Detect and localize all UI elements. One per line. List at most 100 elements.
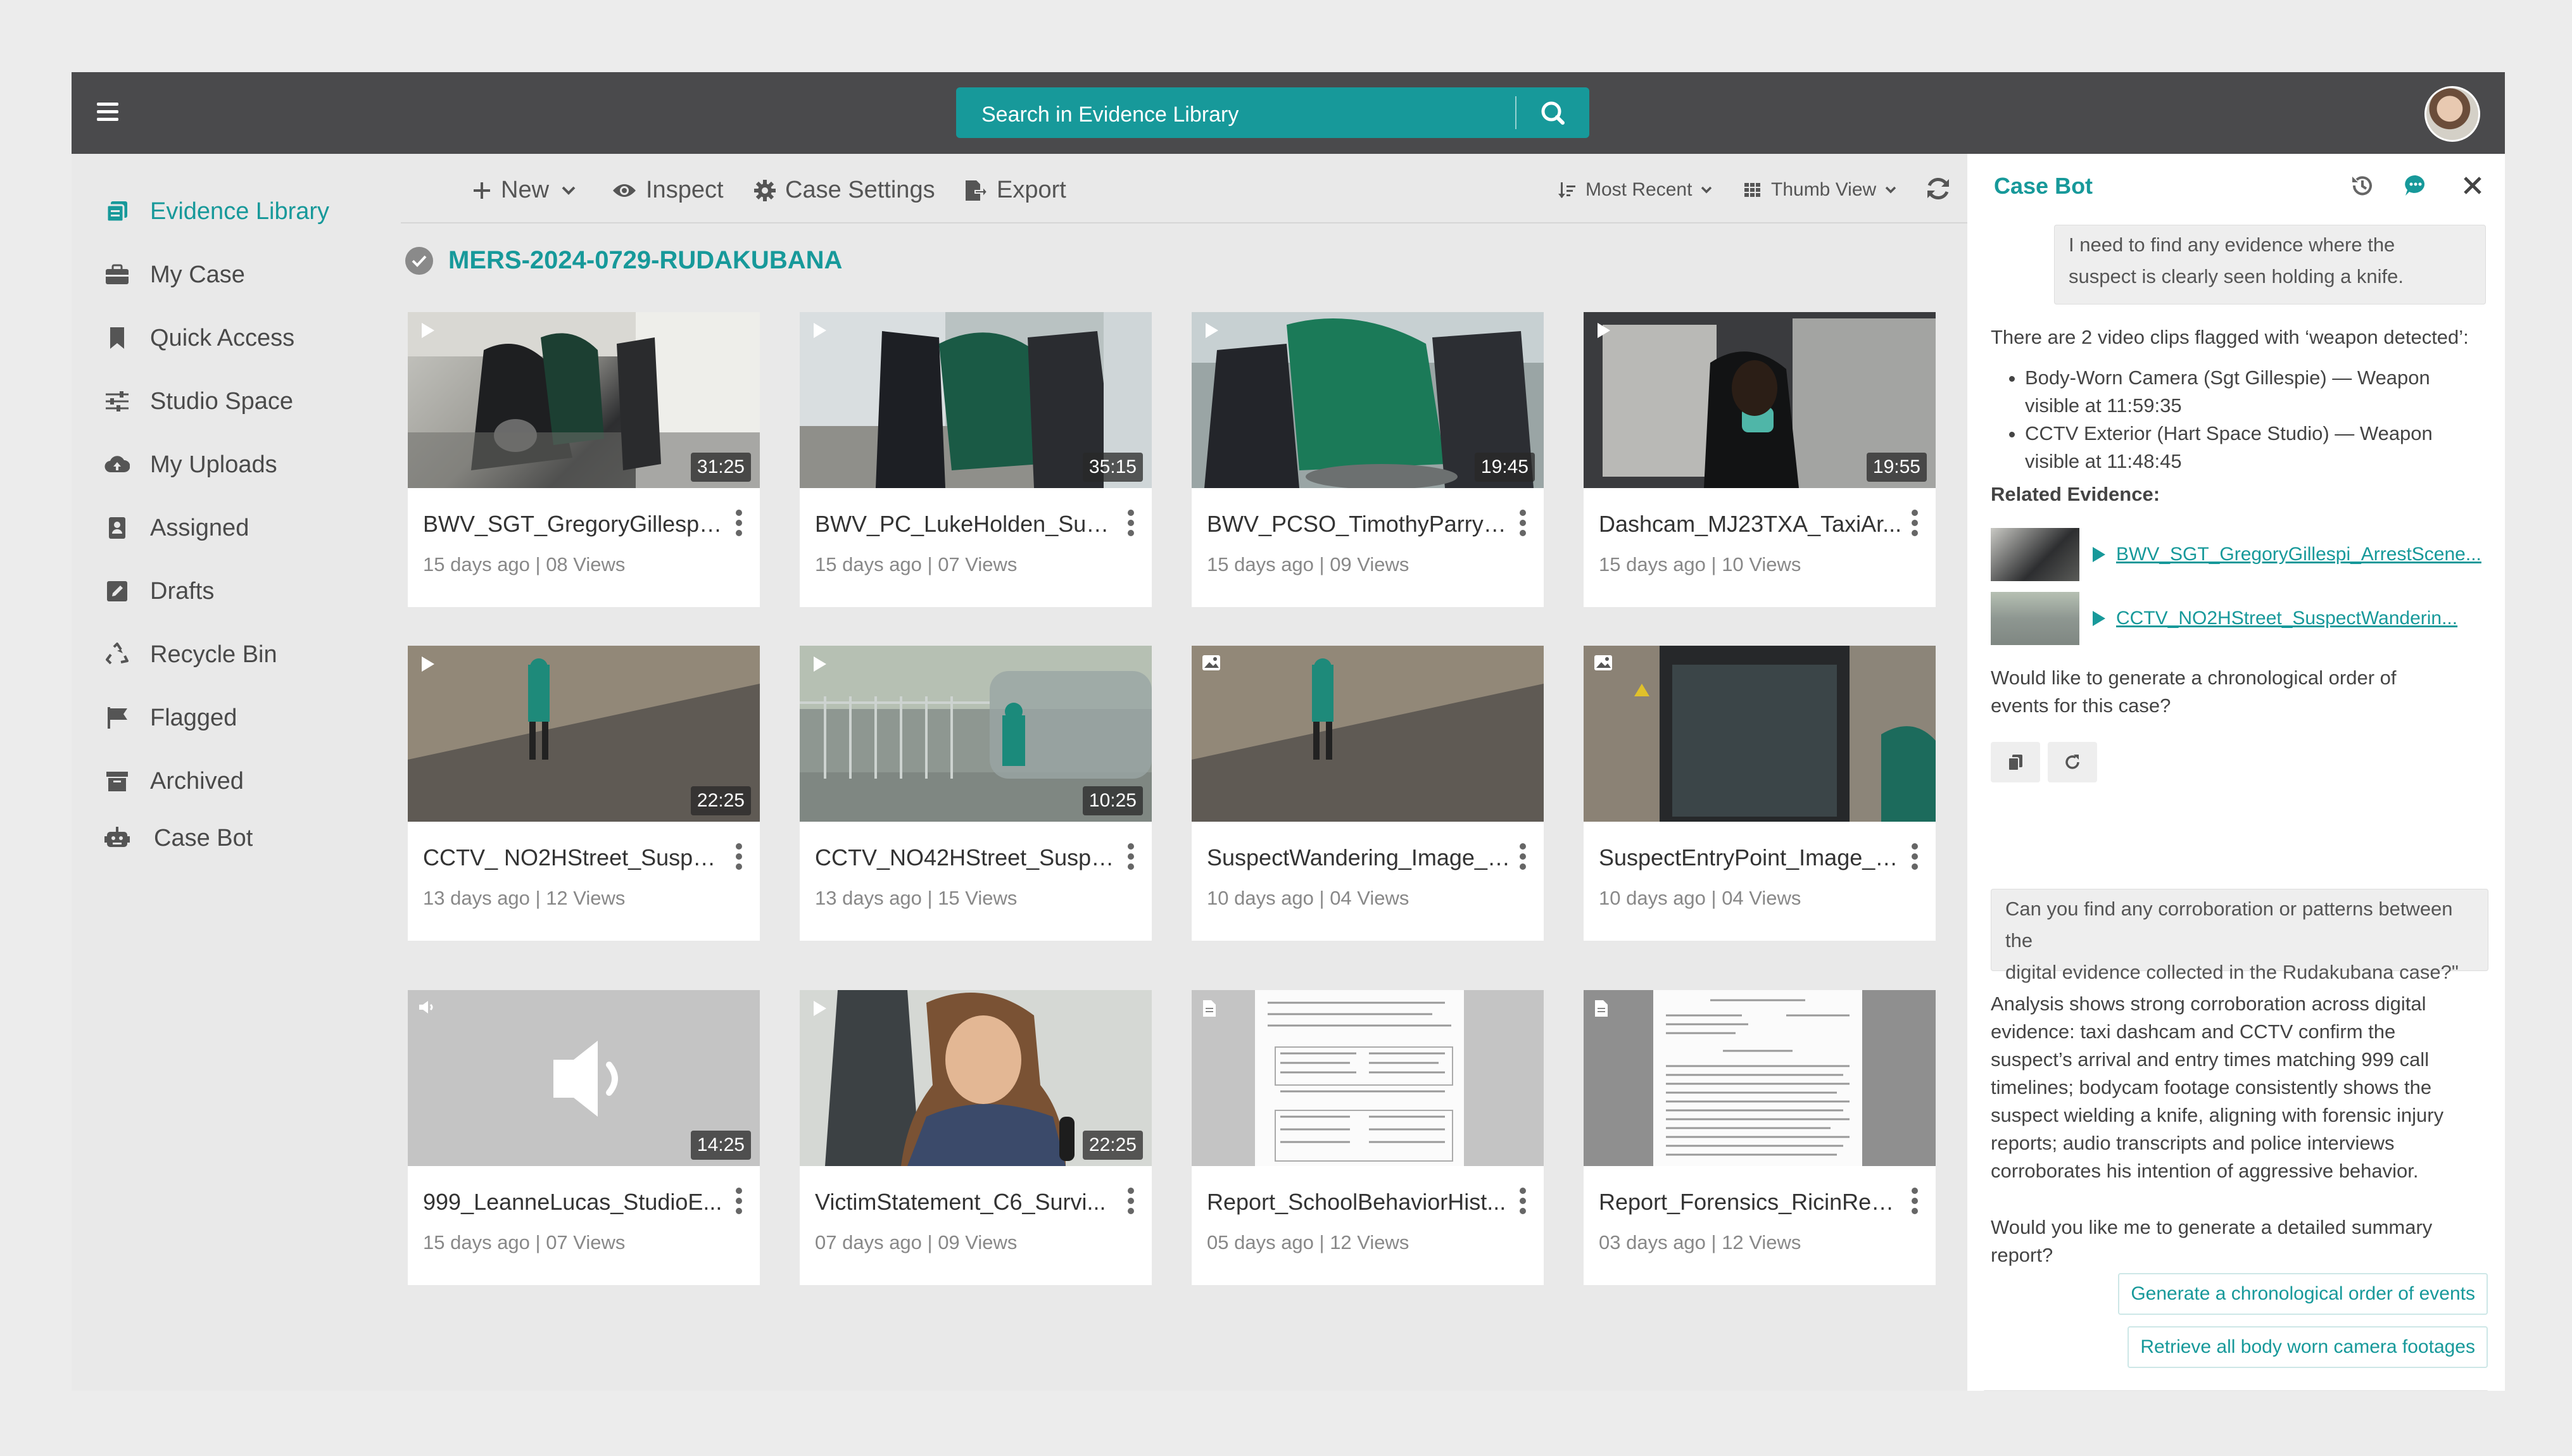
more-options-icon[interactable]	[1520, 1188, 1527, 1215]
more-options-icon[interactable]	[736, 1188, 743, 1215]
refresh-button[interactable]	[1924, 174, 1953, 203]
evidence-thumbnail[interactable]	[1584, 646, 1936, 822]
avatar[interactable]	[2424, 86, 2480, 142]
more-options-icon[interactable]	[1912, 1188, 1919, 1215]
duration-badge: 31:25	[690, 453, 751, 482]
related-evidence-item[interactable]: CCTV_NO2HStreet_SuspectWanderin...	[1991, 592, 2457, 645]
evidence-thumbnail[interactable]: 10:25	[800, 646, 1152, 822]
copy-button[interactable]	[1991, 742, 2040, 782]
archive-icon	[103, 767, 131, 795]
evidence-card[interactable]: 22:25 VictimStatement_C6_Survi... 07 day…	[800, 990, 1152, 1285]
plus-icon	[472, 180, 492, 201]
evidence-card[interactable]: 10:25 CCTV_NO42HStreet_Suspect 13 days a…	[800, 646, 1152, 941]
evidence-thumbnail[interactable]	[1192, 646, 1544, 822]
card-title: BWV_PC_LukeHolden_Supp...	[815, 511, 1119, 537]
refresh-icon	[1927, 177, 1949, 200]
chat-input[interactable]	[1983, 1390, 2489, 1391]
more-options-icon[interactable]	[736, 843, 743, 871]
new-chat-button[interactable]	[2403, 173, 2428, 201]
export-button[interactable]: Export	[964, 177, 1066, 204]
close-button[interactable]	[2460, 173, 2485, 201]
evidence-card[interactable]: SuspectEntryPoint_Image_1... 10 days ago…	[1584, 646, 1936, 941]
evidence-thumbnail[interactable]: 19:45	[1192, 312, 1544, 488]
related-link[interactable]: CCTV_NO2HStreet_SuspectWanderin...	[2116, 608, 2457, 629]
sidebar-item-case-bot[interactable]: Case Bot	[103, 816, 253, 860]
evidence-card[interactable]: 19:55 Dashcam_MJ23TXA_TaxiAr... 15 days …	[1584, 312, 1936, 607]
duration-badge: 19:45	[1474, 453, 1535, 482]
sidebar-item-assigned[interactable]: Assigned	[103, 506, 249, 550]
related-evidence-item[interactable]: BWV_SGT_GregoryGillespi_ArrestScene...	[1991, 528, 2481, 581]
regenerate-button[interactable]	[2048, 742, 2097, 782]
search-input[interactable]: Search in Evidence Library	[981, 103, 1239, 127]
search-button[interactable]	[1518, 87, 1589, 138]
more-options-icon[interactable]	[1912, 510, 1919, 537]
related-thumbnail[interactable]	[1991, 528, 2079, 581]
message-actions	[1991, 742, 2105, 782]
document-icon	[1594, 999, 1609, 1021]
play-icon	[810, 321, 829, 343]
more-options-icon[interactable]	[1128, 1188, 1135, 1215]
view-label: Thumb View	[1771, 179, 1877, 200]
history-button[interactable]	[2349, 173, 2374, 201]
sidebar-item-label: Drafts	[150, 577, 215, 605]
sidebar-item-studio-space[interactable]: Studio Space	[103, 379, 293, 424]
card-title: CCTV_ NO2HStreet_Suspec...	[423, 844, 727, 870]
card-title: SuspectEntryPoint_Image_1...	[1599, 844, 1903, 870]
evidence-card[interactable]: 14:25 999_LeanneLucas_StudioE... 15 days…	[408, 990, 760, 1285]
sidebar-item-label: Archived	[150, 767, 244, 794]
case-settings-button[interactable]: Case Settings	[753, 177, 935, 204]
evidence-thumbnail[interactable]: 22:25	[800, 990, 1152, 1166]
search-bar[interactable]: Search in Evidence Library	[956, 87, 1589, 138]
duration-badge: 22:25	[690, 786, 751, 815]
check-circle-icon	[405, 246, 433, 275]
history-icon	[2352, 176, 2372, 196]
sidebar-item-label: My Case	[150, 261, 245, 288]
sidebar-item-evidence-library[interactable]: Evidence Library	[103, 189, 329, 234]
evidence-card[interactable]: 22:25 CCTV_ NO2HStreet_Suspec... 13 days…	[408, 646, 760, 941]
evidence-thumbnail[interactable]: 35:15	[800, 312, 1152, 488]
more-options-icon[interactable]	[1912, 843, 1919, 871]
more-options-icon[interactable]	[1128, 510, 1135, 537]
evidence-card[interactable]: 19:45 BWV_PCSO_TimothyParry_... 15 days …	[1192, 312, 1544, 607]
inspect-button[interactable]: Inspect	[612, 177, 724, 204]
related-link[interactable]: BWV_SGT_GregoryGillespi_ArrestScene...	[2116, 544, 2481, 565]
evidence-card[interactable]: SuspectWandering_Image_11 10 days ago | …	[1192, 646, 1544, 941]
sidebar-item-flagged[interactable]: Flagged	[103, 696, 237, 740]
sidebar-item-my-uploads[interactable]: My Uploads	[103, 442, 277, 487]
sidebar-item-drafts[interactable]: Drafts	[103, 569, 214, 613]
evidence-card[interactable]: 35:15 BWV_PC_LukeHolden_Supp... 15 days …	[800, 312, 1152, 607]
view-dropdown[interactable]: Thumb View	[1743, 179, 1905, 201]
inspect-label: Inspect	[646, 177, 724, 203]
chevron-down-icon	[1885, 185, 1896, 194]
evidence-card[interactable]: Report_Forensics_RicinResi... 03 days ag…	[1584, 990, 1936, 1285]
evidence-thumbnail[interactable]	[1584, 990, 1936, 1166]
message-line: I need to find any evidence where the	[2069, 234, 2395, 256]
evidence-card[interactable]: 31:25 BWV_SGT_GregoryGillespi_... 15 day…	[408, 312, 760, 607]
evidence-thumbnail[interactable]: 19:55	[1584, 312, 1936, 488]
play-icon	[418, 321, 437, 343]
more-options-icon[interactable]	[1520, 843, 1527, 871]
sidebar-item-my-case[interactable]: My Case	[103, 253, 245, 297]
evidence-thumbnail[interactable]: 22:25	[408, 646, 760, 822]
sidebar-item-archived[interactable]: Archived	[103, 759, 244, 803]
sidebar-item-quick-access[interactable]: Quick Access	[103, 316, 294, 360]
play-icon	[418, 655, 437, 677]
sort-icon	[1558, 180, 1577, 199]
duration-badge: 35:15	[1082, 453, 1143, 482]
more-options-icon[interactable]	[1520, 510, 1527, 537]
sidebar-item-recycle-bin[interactable]: Recycle Bin	[103, 632, 277, 677]
new-button[interactable]: New	[472, 177, 584, 204]
more-options-icon[interactable]	[736, 510, 743, 537]
suggestion-bodycam-button[interactable]: Retrieve all body worn camera footages	[2128, 1326, 2488, 1368]
evidence-thumbnail[interactable]	[1192, 990, 1544, 1166]
evidence-card[interactable]: Report_SchoolBehaviorHist... 05 days ago…	[1192, 990, 1544, 1285]
suggestion-chronological-button[interactable]: Generate a chronological order of events	[2118, 1273, 2488, 1315]
card-meta: 07 days ago | 09 Views	[815, 1231, 1018, 1253]
evidence-thumbnail[interactable]: 14:25	[408, 990, 760, 1166]
related-thumbnail[interactable]	[1991, 592, 2079, 645]
new-label: New	[501, 177, 550, 203]
sort-dropdown[interactable]: Most Recent	[1558, 179, 1721, 201]
more-options-icon[interactable]	[1128, 843, 1135, 871]
menu-icon[interactable]	[97, 103, 118, 121]
evidence-thumbnail[interactable]: 31:25	[408, 312, 760, 488]
